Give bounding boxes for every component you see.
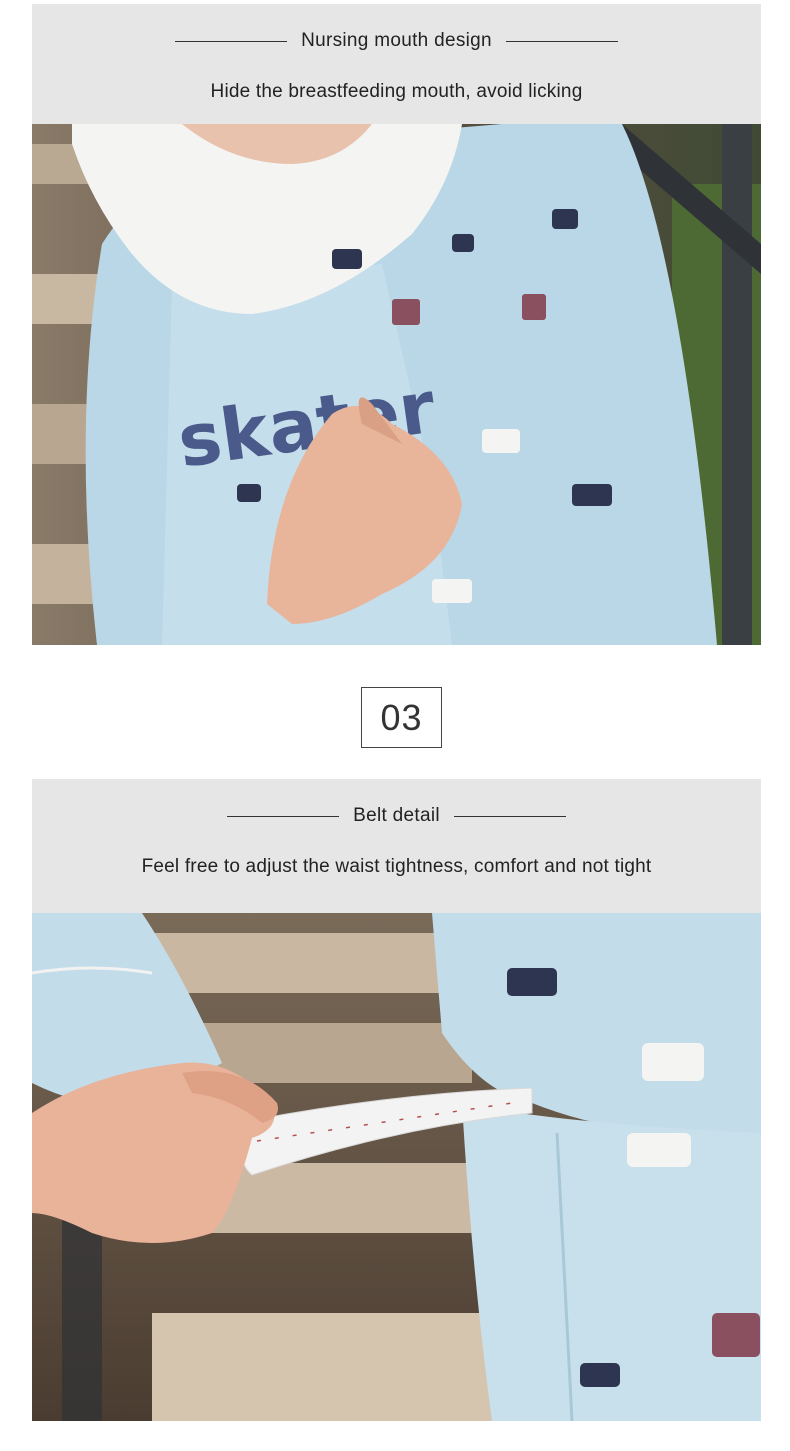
belt-detail-banner: Belt detail Feel free to adjust the wais… — [32, 779, 761, 913]
section-title: Belt detail — [353, 805, 440, 826]
belt-detail-photo — [32, 913, 761, 1421]
nursing-mouth-banner: Nursing mouth design Hide the breastfeed… — [32, 4, 761, 124]
nursing-mouth-title-row: Nursing mouth design — [32, 30, 761, 52]
title-rule-right — [505, 40, 618, 42]
title-rule-left — [227, 815, 340, 817]
belt-detail-title-row: Belt detail — [32, 805, 761, 827]
section-subtitle: Feel free to adjust the waist tightness,… — [141, 856, 652, 877]
section-number-badge: 03 — [361, 687, 442, 748]
section-title: Nursing mouth design — [301, 30, 492, 51]
section-subtitle: Hide the breastfeeding mouth, avoid lick… — [210, 81, 583, 102]
title-rule-left — [175, 40, 288, 42]
nursing-top-photo: skater — [32, 124, 761, 645]
title-rule-right — [453, 815, 566, 817]
